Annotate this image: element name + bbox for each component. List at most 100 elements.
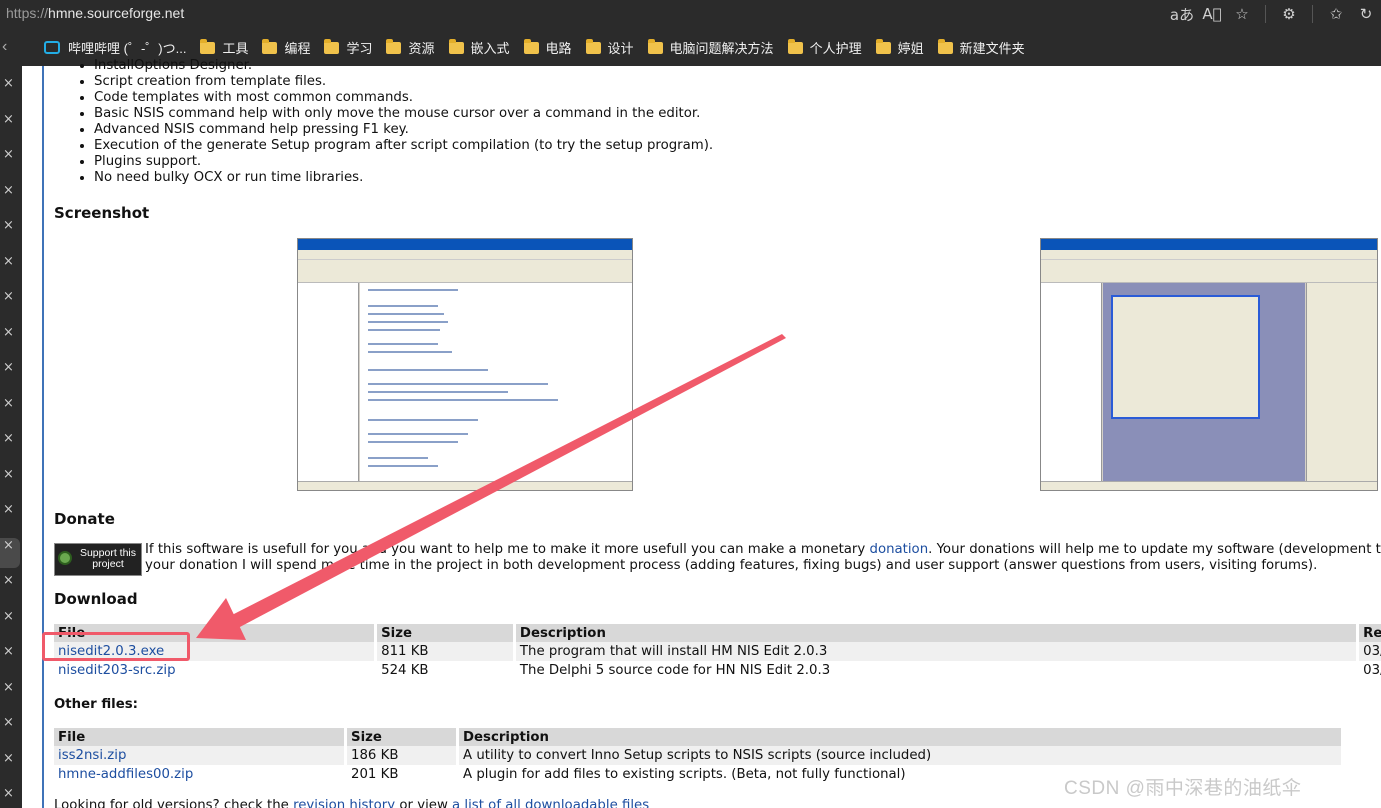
toolbar-icons: aあ A᪲ ☆ ⚙ ✩ ↻: [1167, 0, 1381, 28]
folder-icon: [386, 38, 402, 54]
bookmark-item[interactable]: 婷姐: [875, 38, 924, 57]
revision-history-link[interactable]: revision history: [293, 798, 395, 808]
thumb-editor: [360, 283, 632, 482]
table-row: nisedit2.0.3.exe 811 KB The program that w…: [54, 642, 1381, 661]
extensions-icon[interactable]: ⚙: [1274, 5, 1304, 23]
thumb-code-line: [368, 457, 428, 459]
close-tab-icon[interactable]: ×: [3, 254, 14, 269]
close-tab-icon[interactable]: ×: [3, 431, 14, 446]
bookmark-item[interactable]: 电路: [523, 38, 572, 57]
thumb-code-line: [368, 305, 438, 307]
thumb-code-line: [368, 433, 468, 435]
file-download-link[interactable]: nisedit203-src.zip: [54, 661, 378, 680]
close-tab-icon[interactable]: ×: [3, 76, 14, 91]
thumb-file-tree: [1041, 283, 1102, 482]
close-tab-icon[interactable]: ×: [3, 147, 14, 162]
close-tab-icon[interactable]: ×: [3, 183, 14, 198]
thumb-code-line: [368, 329, 440, 331]
column-header: Description: [514, 624, 1360, 642]
column-header: File: [54, 728, 347, 746]
close-tab-icon[interactable]: ×: [3, 467, 14, 482]
folder-icon: [647, 38, 663, 54]
close-tab-icon[interactable]: ×: [3, 360, 14, 375]
thumb-menubar: [298, 250, 632, 260]
thumb-code-line: [368, 399, 558, 401]
thumb-file-tree: [298, 283, 359, 482]
file-download-link[interactable]: iss2nsi.zip: [54, 746, 347, 765]
font-icon[interactable]: A᪲: [1197, 5, 1227, 23]
bookmark-item[interactable]: 设计: [585, 38, 634, 57]
feature-item: Plugins support.: [94, 154, 1381, 170]
close-tab-icon[interactable]: ×: [3, 325, 14, 340]
table-cell: The program that will install HM NIS Edi…: [514, 642, 1360, 661]
old-versions-line: Looking for old versions? check the revi…: [54, 798, 649, 808]
download-table: FileSizeDescriptionRel nisedit2.0.3.exe8…: [54, 624, 1381, 680]
close-tab-icon[interactable]: ×: [3, 502, 14, 517]
section-heading-download: Download: [54, 590, 138, 608]
folder-icon: [787, 38, 803, 54]
history-icon[interactable]: ↻: [1351, 5, 1381, 23]
folder-icon: [200, 38, 216, 54]
all-downloads-link[interactable]: a list of all downloadable files: [452, 798, 649, 808]
section-heading-other-files: Other files:: [54, 697, 138, 712]
browser-address-bar[interactable]: https://hmne.sourceforge.net aあ A᪲ ☆ ⚙ ✩…: [0, 0, 1381, 28]
table-cell: 201 KB: [345, 765, 459, 784]
close-tab-icon[interactable]: ×: [3, 573, 14, 588]
feature-item: Execution of the generate Setup program …: [94, 138, 1381, 154]
feature-list: InstallOptions Designer.Script creation …: [44, 58, 1381, 186]
favorite-star-icon[interactable]: ☆: [1227, 5, 1257, 23]
close-tab-icon[interactable]: ×: [3, 751, 14, 766]
close-tab-icon[interactable]: ×: [3, 644, 14, 659]
thumb-statusbar: [298, 481, 632, 490]
read-aloud-icon[interactable]: aあ: [1167, 4, 1197, 25]
screenshot-thumbnail-designer[interactable]: [1040, 238, 1378, 491]
table-cell: 03/: [1357, 661, 1381, 680]
bookmark-item[interactable]: 编程: [262, 38, 310, 57]
file-download-link[interactable]: hmne-addfiles00.zip: [54, 765, 347, 784]
screenshot-thumbnail-editor[interactable]: [297, 238, 633, 491]
watermark: CSDN @雨中深巷的油纸伞: [1064, 778, 1302, 799]
close-tab-icon[interactable]: ×: [3, 289, 14, 304]
close-tab-icon[interactable]: ×: [3, 218, 14, 233]
thumb-code-line: [368, 391, 508, 393]
thumb-code-line: [368, 465, 438, 467]
chevron-left-icon[interactable]: ‹: [2, 38, 7, 56]
close-tab-icon[interactable]: ×: [3, 396, 14, 411]
bookmark-item[interactable]: 哔哩哔哩 (゜-゜)つ...: [44, 38, 186, 57]
bookmark-item[interactable]: 学习: [324, 38, 372, 57]
thumb-code-line: [368, 289, 458, 291]
close-tab-icon[interactable]: ×: [3, 715, 14, 730]
feature-item: InstallOptions Designer.: [94, 58, 1381, 74]
close-tab-icon[interactable]: ×: [3, 112, 14, 127]
folder-icon: [448, 38, 464, 54]
thumb-dialog: [1111, 295, 1260, 419]
favorites-list-icon[interactable]: ✩: [1321, 5, 1351, 23]
bookmark-item[interactable]: 嵌入式: [448, 38, 510, 57]
close-tab-icon[interactable]: ×: [3, 609, 14, 624]
table-row: iss2nsi.zip 186 KB A utility to convert In…: [54, 746, 1344, 765]
bookmark-item[interactable]: 资源: [386, 38, 435, 57]
thumb-titlebar: [298, 239, 632, 250]
url-text[interactable]: https://hmne.sourceforge.net: [6, 5, 184, 21]
bookmark-item[interactable]: 个人护理: [787, 38, 862, 57]
bookmark-item[interactable]: 工具: [200, 38, 248, 57]
gear-icon: [58, 551, 72, 565]
feature-item: Basic NSIS command help with only move t…: [94, 106, 1381, 122]
table-cell: A utility to convert Inno Setup scripts …: [457, 746, 1344, 765]
thumb-code-line: [368, 313, 444, 315]
donation-link[interactable]: donation: [870, 542, 929, 557]
thumb-editor: [1103, 283, 1305, 482]
thumb-titlebar: [1041, 239, 1377, 250]
thumb-code-line: [368, 441, 458, 443]
support-project-badge[interactable]: Support this project: [54, 543, 142, 576]
close-tab-icon[interactable]: ×: [3, 680, 14, 695]
table-cell: 186 KB: [345, 746, 459, 765]
feature-item: Code templates with most common commands…: [94, 90, 1381, 106]
close-tab-icon[interactable]: ×: [3, 538, 14, 553]
bookmark-item[interactable]: 新建文件夹: [937, 38, 1025, 57]
folder-icon: [262, 38, 278, 54]
bookmark-item[interactable]: 电脑问题解决方法: [647, 38, 774, 57]
annotation-highlight-box: [42, 632, 190, 661]
table-cell: 03/: [1357, 642, 1381, 661]
close-tab-icon[interactable]: ×: [3, 786, 14, 801]
